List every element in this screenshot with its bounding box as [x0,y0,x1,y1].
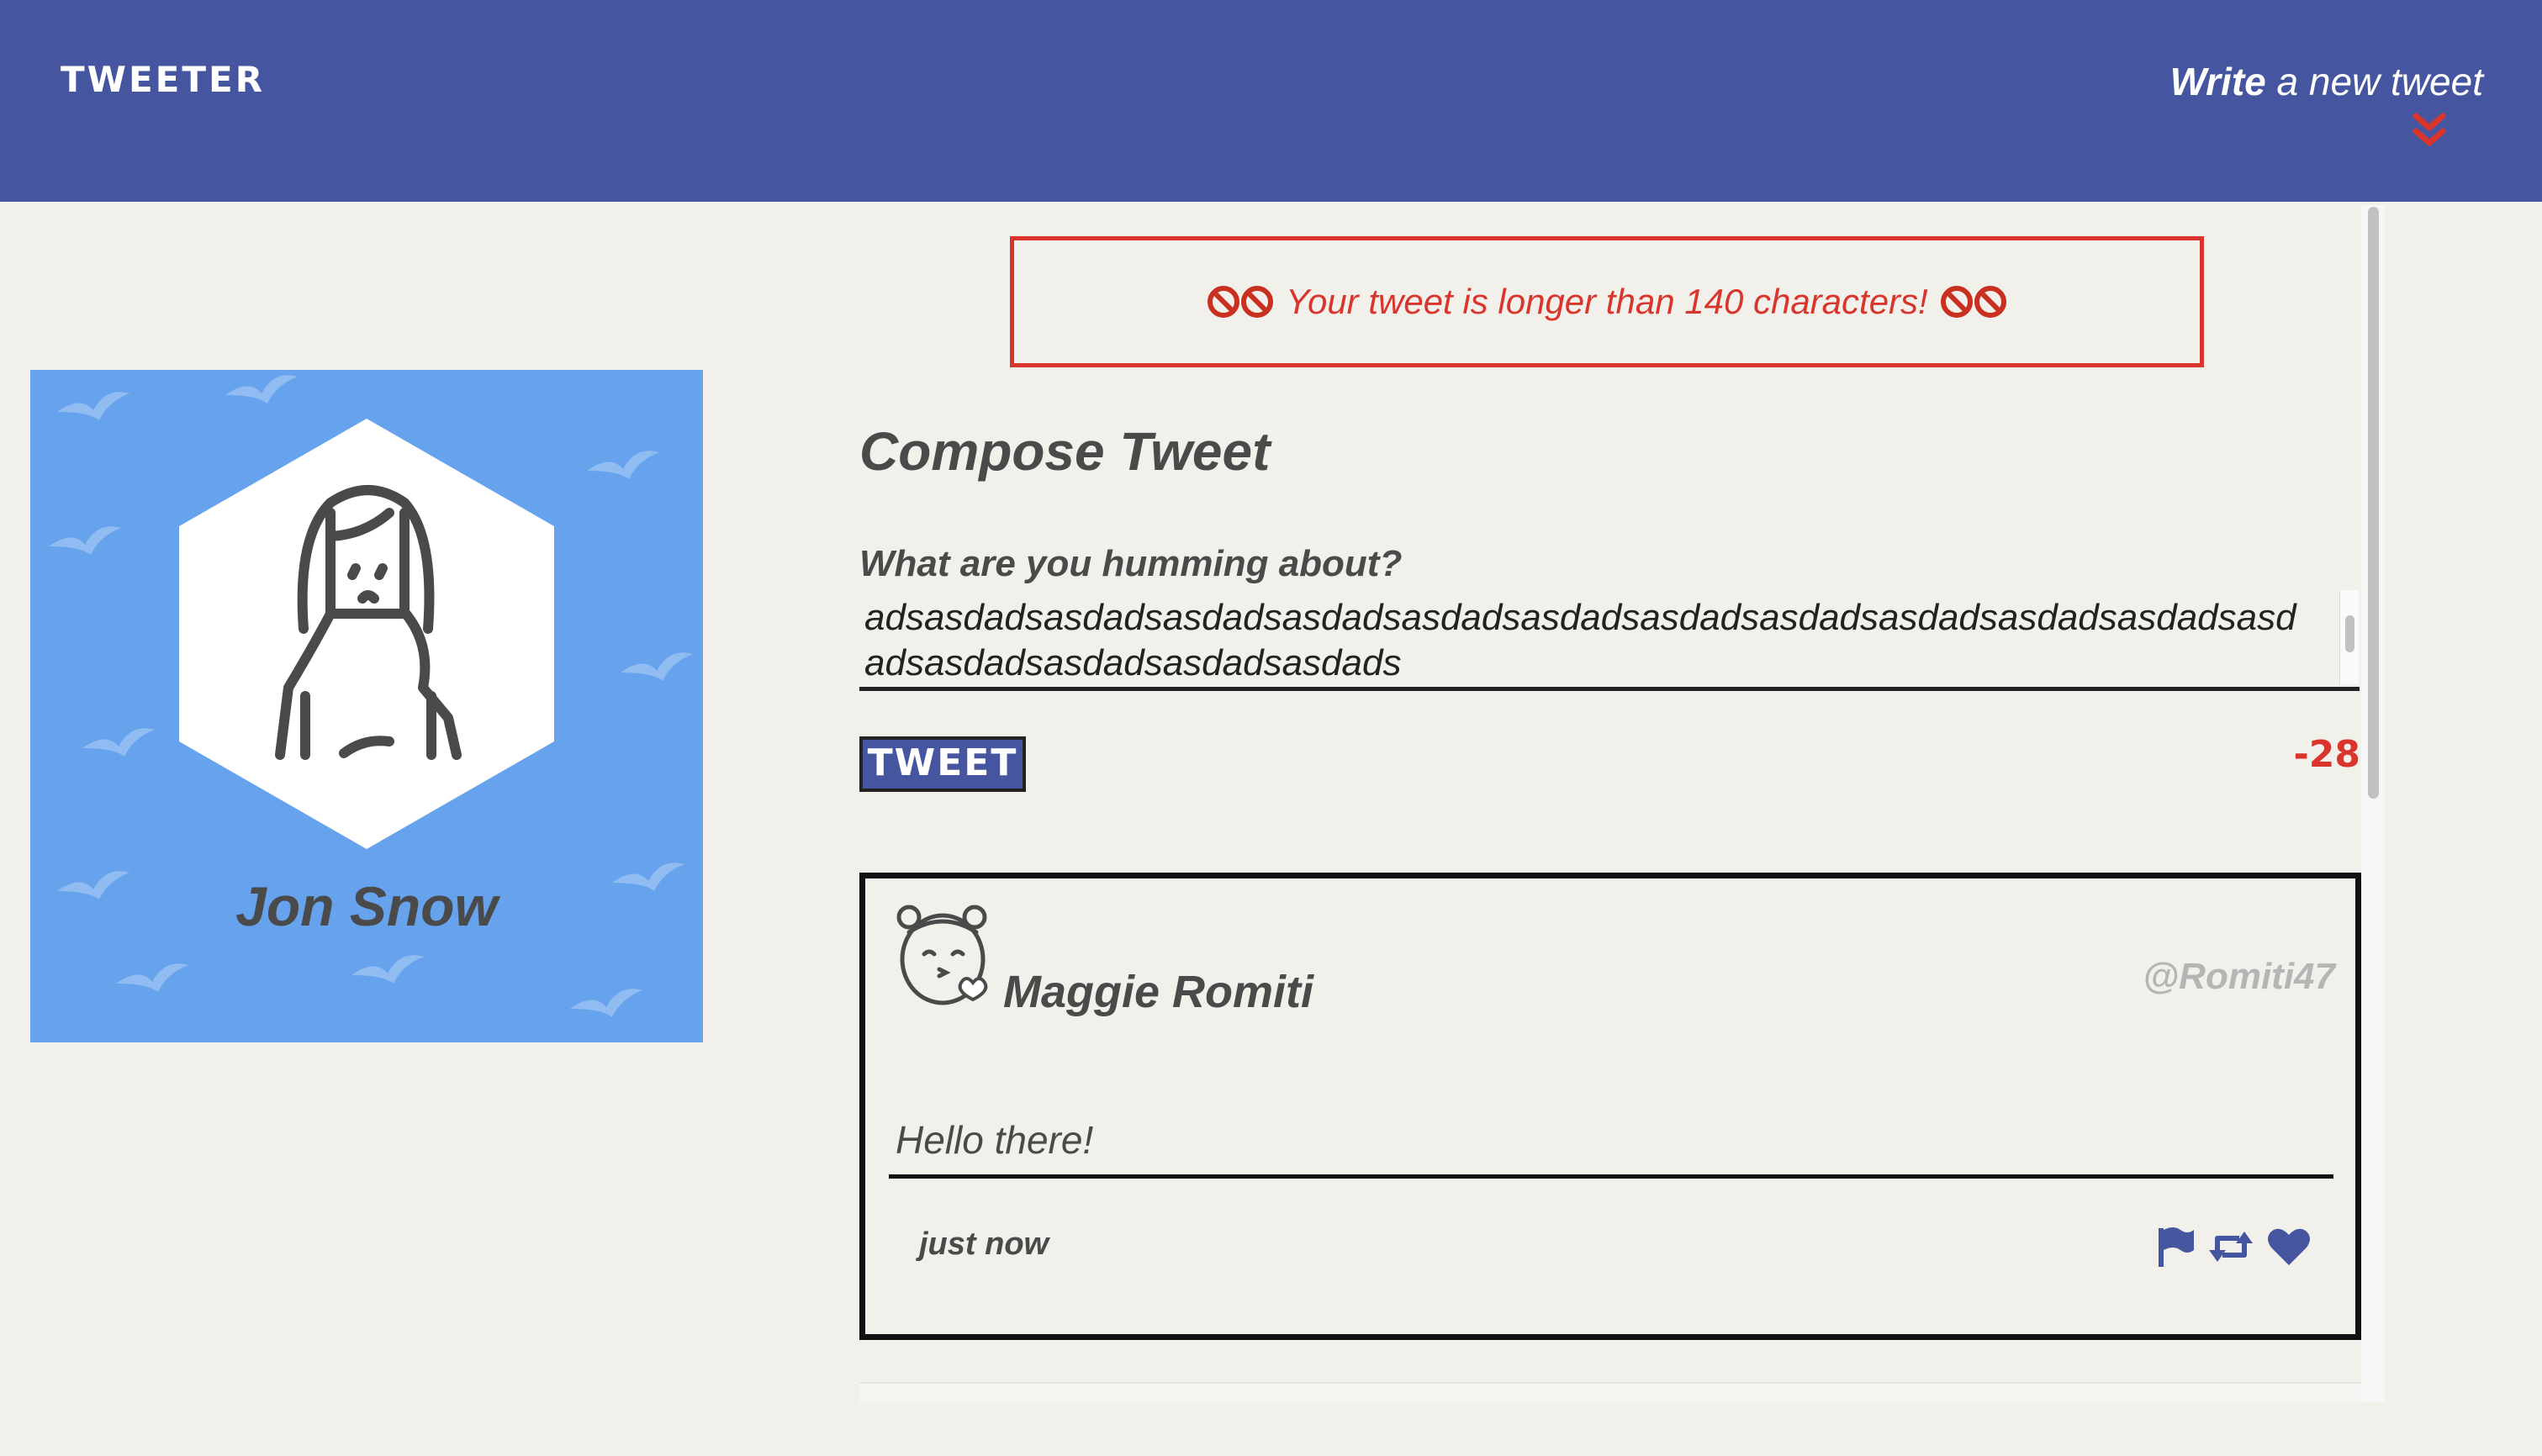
profile-card: Jon Snow [30,370,703,1042]
textarea-scrollbar-thumb[interactable] [2345,615,2354,652]
error-text: Your tweet is longer than 140 characters… [1286,282,1928,321]
write-rest-text: a new tweet [2265,60,2484,103]
error-message: Your tweet is longer than 140 characters… [1010,236,2204,367]
tweet-card: Maggie Romiti @Romiti47 Hello there! jus… [859,873,2361,1340]
double-chevron-down-icon[interactable] [2411,111,2448,150]
tweet-divider [889,1174,2333,1179]
brand-logo[interactable]: TWEETER [61,59,265,100]
character-counter: -28 [2293,733,2361,776]
tweet-timestamp: just now [919,1227,1049,1262]
compose-title: Compose Tweet [859,421,1271,482]
bird-pattern-icon [587,451,659,479]
bird-pattern-icon [57,392,129,420]
tweet-author-name: Maggie Romiti [1003,967,1314,1017]
tweet-actions [2155,1225,2312,1269]
bird-pattern-icon [570,989,642,1017]
bird-pattern-icon [621,652,693,681]
no-entry-icon [1974,286,2006,318]
tweet-author-handle: @Romiti47 [2143,956,2335,997]
write-bold-text: Write [2169,60,2266,103]
next-tweet-card-edge [859,1382,2361,1402]
bird-pattern-icon [49,526,121,555]
avatar [896,905,988,1005]
bird-pattern-icon [116,963,188,992]
bird-pattern-icon [82,728,155,757]
top-nav: TWEETER Write a new tweet [0,0,2542,202]
no-entry-icon [1208,286,1240,318]
bird-pattern-icon [225,375,298,404]
retweet-icon[interactable] [2207,1225,2254,1269]
profile-avatar [179,419,554,849]
tweet-button[interactable]: TWEET [859,736,1026,792]
textarea-scrollbar[interactable] [2339,590,2359,684]
page-scrollbar-thumb[interactable] [2368,207,2379,799]
tweet-text: Hello there! [896,1118,1094,1162]
heart-icon[interactable] [2266,1225,2312,1269]
no-entry-icon [1241,286,1274,318]
write-new-tweet-link[interactable]: Write a new tweet [2170,59,2483,104]
bird-pattern-icon [351,955,424,984]
no-entry-icon [1940,286,1973,318]
flag-icon[interactable] [2155,1225,2196,1269]
page-scrollbar[interactable] [2361,205,2385,1402]
tweet-input-label: What are you humming about? [859,543,1403,584]
profile-name: Jon Snow [235,875,498,937]
tweet-textarea[interactable]: adsasdadsasdadsasdadsasdadsasdadsasdadsa… [859,593,2360,691]
